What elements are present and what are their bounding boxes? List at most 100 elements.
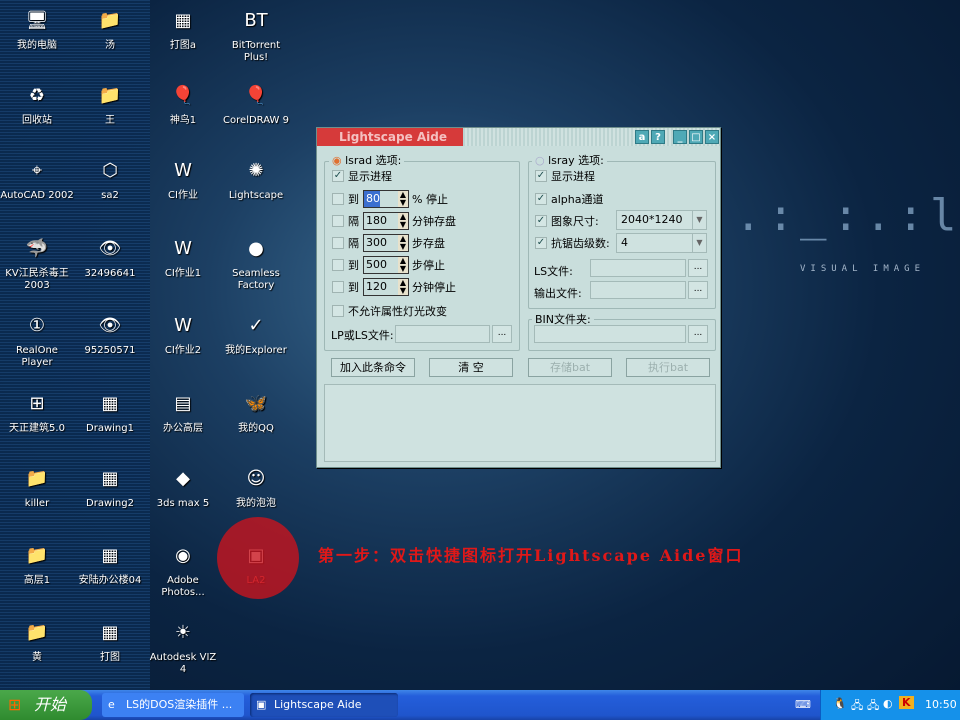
desktop-icon[interactable]: W CI作业2 <box>146 310 220 357</box>
desktop-icon[interactable]: W CI作业1 <box>146 233 220 280</box>
checkbox[interactable] <box>332 259 344 271</box>
lsray-show-progress[interactable]: ✓ 显示进程 <box>535 168 595 184</box>
desktop-icon[interactable]: ♻ 回收站 <box>0 80 74 127</box>
keyboard-icon[interactable]: ⌨ <box>795 698 811 711</box>
value: 180 <box>366 214 387 227</box>
ls-file-browse-button[interactable]: ... <box>688 259 708 277</box>
number-spinner[interactable]: 500 ▲ ▼ <box>363 256 409 274</box>
lp-ls-browse-button[interactable]: ... <box>492 325 512 343</box>
spinner-arrows-icon[interactable]: ▲ ▼ <box>398 257 408 273</box>
lsray-radio[interactable]: ○ lsray 选项: <box>532 152 607 168</box>
desktop-icon[interactable]: 📁 汤 <box>73 5 147 52</box>
desktop-icon[interactable]: ☺ 我的泡泡 <box>219 463 293 510</box>
checkbox-checked[interactable]: ✓ <box>535 193 547 205</box>
start-button[interactable]: ⊞ 开始 <box>0 690 92 720</box>
checkbox[interactable] <box>332 237 344 249</box>
spinner-arrows-icon[interactable]: ▲ ▼ <box>398 235 408 251</box>
no-light-change[interactable]: 不允许属性灯光改变 <box>332 303 447 319</box>
alpha-channel[interactable]: ✓ alpha通道 <box>535 191 604 207</box>
desktop-icon[interactable]: ☀ Autodesk VIZ 4 <box>146 617 220 676</box>
spinner-arrows-icon[interactable]: ▲ ▼ <box>398 279 408 295</box>
taskbar-item-ie[interactable]: e LS的DOS渲染插件 ... <box>102 693 244 717</box>
help-button[interactable]: ? <box>651 130 665 144</box>
checkbox[interactable] <box>332 305 344 317</box>
bin-browse-button[interactable]: ... <box>688 325 708 343</box>
desktop-icon[interactable]: 📁 黄 <box>0 617 74 664</box>
lp-ls-file-input[interactable] <box>395 325 490 343</box>
antialias-select[interactable]: 4 ▼ <box>616 233 707 253</box>
bin-folder-input[interactable] <box>534 325 686 343</box>
desktop-icon[interactable]: ● Seamless Factory <box>219 233 293 292</box>
desktop-icon[interactable]: 📁 高层1 <box>0 540 74 587</box>
minimize-button[interactable]: _ <box>673 130 687 144</box>
desktop-icon-label: 打图a <box>169 40 197 51</box>
desktop-icon[interactable]: 🦋 我的QQ <box>219 388 293 435</box>
desktop-icon-image: 🎈 <box>244 85 268 106</box>
desktop-icon[interactable]: ▦ 打图a <box>146 5 220 52</box>
desktop-icon[interactable]: 📁 王 <box>73 80 147 127</box>
desktop-icon-label: 回收站 <box>22 115 52 126</box>
desktop-icon[interactable]: ▦ 安陆办公楼04 <box>73 540 147 587</box>
image-size-select[interactable]: 2040*1240 ▼ <box>616 210 707 230</box>
spinner-arrows-icon[interactable]: ▲ ▼ <box>398 213 408 229</box>
checkbox[interactable] <box>332 281 344 293</box>
checkbox-checked[interactable]: ✓ <box>535 215 547 227</box>
desktop-icon[interactable]: BT BitTorrent Plus! <box>219 5 293 64</box>
desktop-icon[interactable]: 👁 95250571 <box>73 310 147 357</box>
desktop-icon[interactable]: ▤ 办公高层 <box>146 388 220 435</box>
desktop-icon[interactable]: ▦ Drawing2 <box>73 463 147 510</box>
command-list[interactable] <box>324 384 716 462</box>
desktop-icon[interactable]: 🎈 CorelDRAW 9 <box>219 80 293 127</box>
desktop-icon[interactable]: ✓ 我的Explorer <box>219 310 293 357</box>
number-spinner[interactable]: 180 ▲ ▼ <box>363 212 409 230</box>
close-button[interactable]: × <box>705 130 719 144</box>
about-button[interactable]: a <box>635 130 649 144</box>
clock[interactable]: 10:50 <box>925 698 957 711</box>
number-spinner[interactable]: 300 ▲ ▼ <box>363 234 409 252</box>
desktop-icon[interactable]: W CI作业 <box>146 155 220 202</box>
desktop-icon[interactable]: 🎈 神鸟1 <box>146 80 220 127</box>
desktop-icon[interactable]: ▦ 打图 <box>73 617 147 664</box>
desktop-icon[interactable]: ① RealOne Player <box>0 310 74 369</box>
desktop-icon[interactable]: 👁 32496641 <box>73 233 147 280</box>
checkbox[interactable] <box>332 215 344 227</box>
lsrad-radio[interactable]: ◉ lsrad 选项: <box>329 152 405 168</box>
add-command-button[interactable]: 加入此条命令 <box>331 358 415 377</box>
network-icon[interactable]: 🖧 <box>851 697 863 716</box>
antialias[interactable]: ✓ 抗锯齿级数: <box>535 235 610 251</box>
taskbar-item-lightscape-aide[interactable]: ▣ Lightscape Aide <box>250 693 398 717</box>
lsrad-show-progress[interactable]: ✓ 显示进程 <box>332 168 392 184</box>
desktop-icon[interactable]: ⬡ sa2 <box>73 155 147 202</box>
desktop-icon[interactable]: 🦈 KV江民杀毒王 2003 <box>0 233 74 292</box>
checkbox[interactable] <box>332 193 344 205</box>
desktop-icon[interactable]: 📁 killer <box>0 463 74 510</box>
output-file-input[interactable] <box>590 281 686 299</box>
qq-icon[interactable]: 🐧 <box>833 697 847 710</box>
clear-button[interactable]: 清 空 <box>429 358 513 377</box>
run-bat-button[interactable]: 执行bat <box>626 358 710 377</box>
volume-icon[interactable]: ◐ <box>883 697 893 710</box>
desktop-icon-image: W <box>174 160 192 181</box>
desktop-icon[interactable]: ◆ 3ds max 5 <box>146 463 220 510</box>
desktop-icon[interactable]: ✺ Lightscape <box>219 155 293 202</box>
desktop-icon[interactable]: ⌖ AutoCAD 2002 <box>0 155 74 202</box>
image-size[interactable]: ✓ 图象尺寸: <box>535 213 599 229</box>
kingsoft-icon[interactable]: K <box>899 696 914 709</box>
desktop-icon-label: RealOne Player <box>16 345 58 368</box>
desktop-icon[interactable]: ◉ Adobe Photos... <box>146 540 220 599</box>
desktop-icon[interactable]: ▦ Drawing1 <box>73 388 147 435</box>
desktop-icon[interactable]: 🖥 我的电脑 <box>0 5 74 52</box>
maximize-button[interactable]: □ <box>689 130 703 144</box>
checkbox-checked[interactable]: ✓ <box>535 237 547 249</box>
spinner-arrows-icon[interactable]: ▲ ▼ <box>398 191 408 207</box>
number-spinner[interactable]: 80 ▲ ▼ <box>363 190 409 208</box>
title-bar[interactable]: Lightscape Aide a ? _ □ × <box>317 128 720 146</box>
save-bat-button[interactable]: 存储bat <box>528 358 612 377</box>
network2-icon[interactable]: 🖧 <box>867 697 879 716</box>
checkbox-checked[interactable]: ✓ <box>332 170 344 182</box>
number-spinner[interactable]: 120 ▲ ▼ <box>363 278 409 296</box>
checkbox-checked[interactable]: ✓ <box>535 170 547 182</box>
desktop-icon[interactable]: ⊞ 天正建筑5.0 <box>0 388 74 435</box>
output-file-browse-button[interactable]: ... <box>688 281 708 299</box>
ls-file-input[interactable] <box>590 259 686 277</box>
